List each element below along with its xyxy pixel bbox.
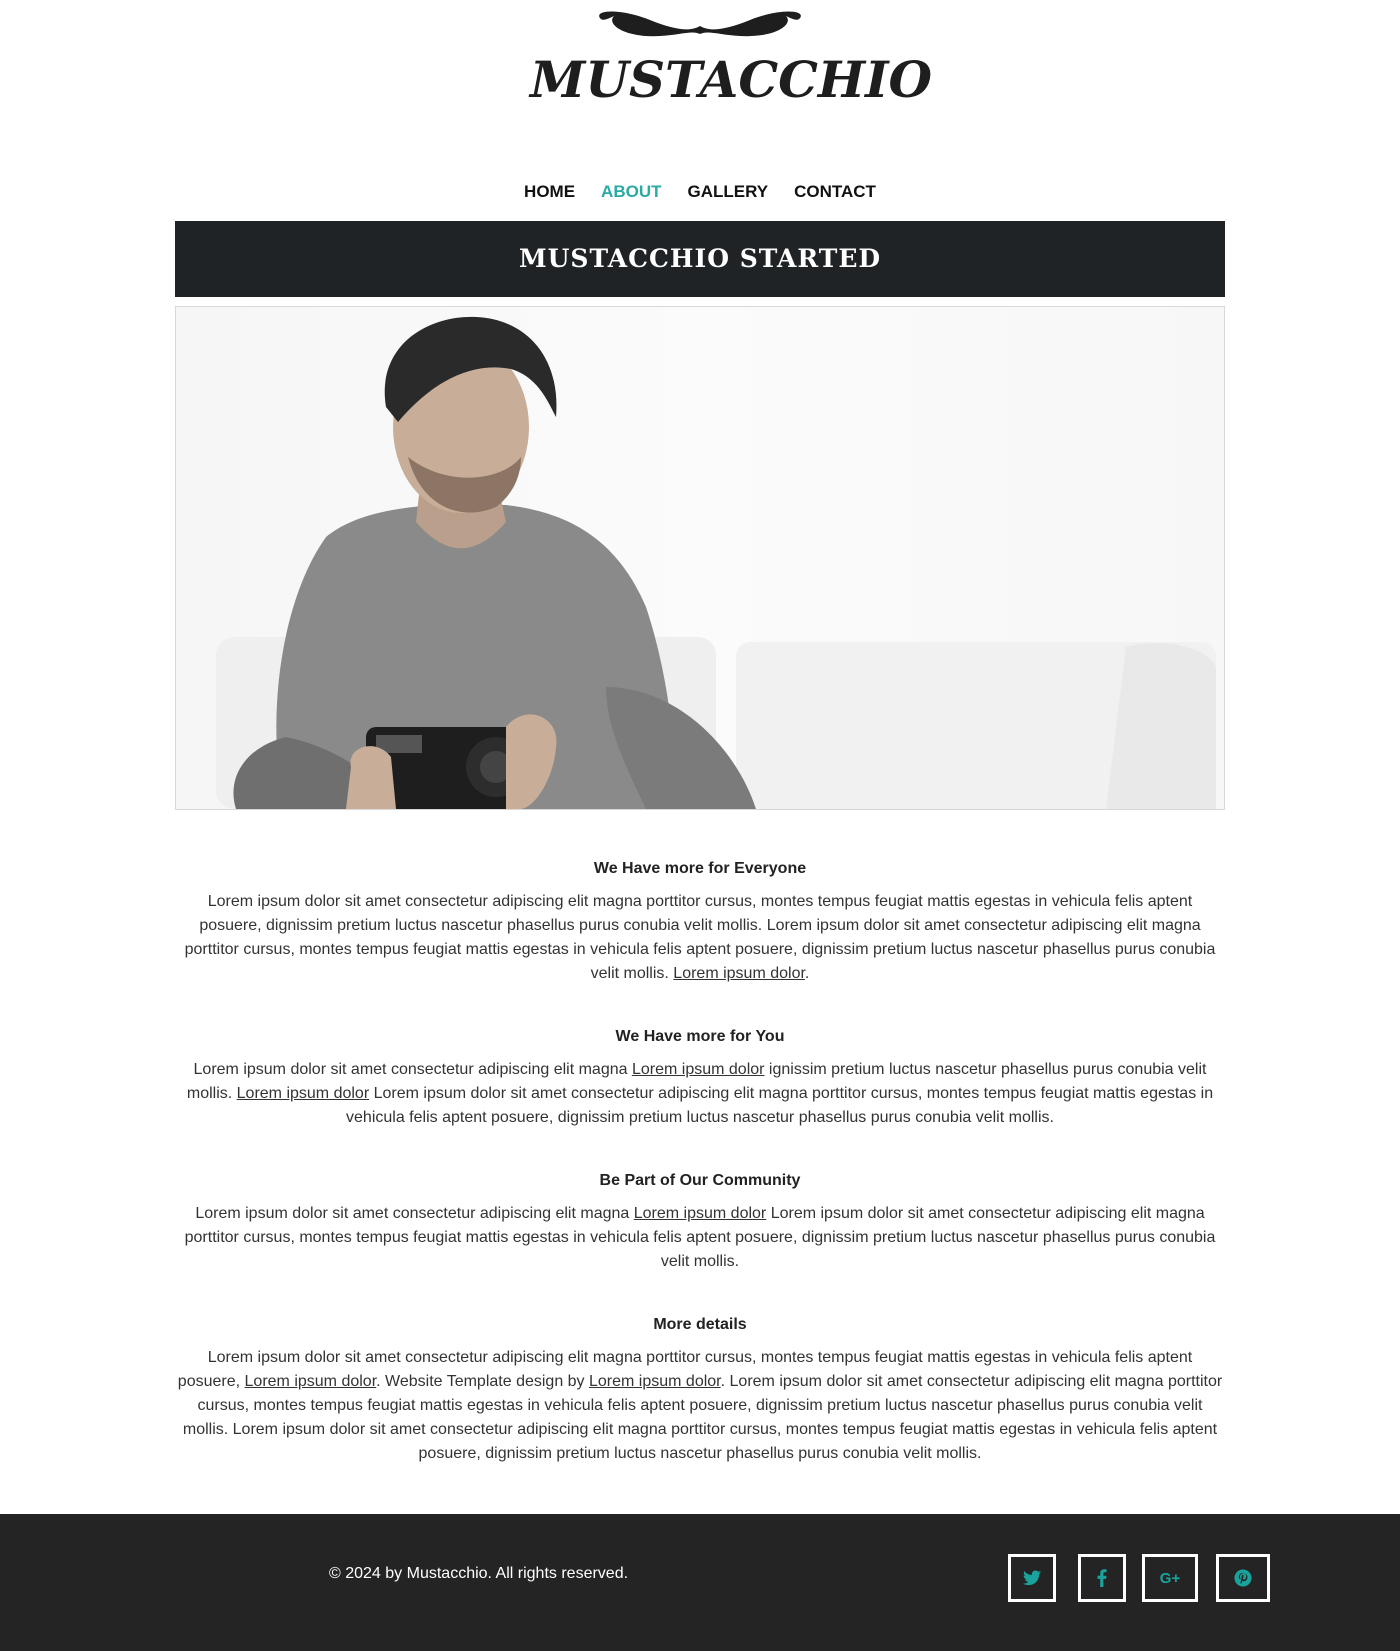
main-nav: HOME ABOUT GALLERY CONTACT [0,180,1400,204]
nav-item-home[interactable]: HOME [524,180,575,204]
facebook-button[interactable] [1078,1554,1126,1602]
section-heading: We Have more for You [615,1028,785,1045]
content-area: We Have more for Everyone Lorem ipsum do… [175,858,1225,1506]
inline-link[interactable]: Lorem ipsum dolor [673,965,805,982]
section-everyone: We Have more for Everyone Lorem ipsum do… [175,858,1225,986]
section-you: We Have more for You Lorem ipsum dolor s… [175,1026,1225,1130]
twitter-icon [1023,1570,1041,1586]
pinterest-button[interactable] [1216,1554,1270,1602]
site-logo[interactable]: MUSTACCHIO [530,8,932,109]
facebook-icon [1097,1569,1107,1587]
inline-link[interactable]: Lorem ipsum dolor [634,1205,767,1222]
section-heading: We Have more for Everyone [593,860,807,877]
nav-item-about[interactable]: ABOUT [601,180,661,204]
google-plus-icon: G+ [1159,1569,1181,1587]
twitter-button[interactable] [1008,1554,1056,1602]
pinterest-icon [1234,1569,1252,1587]
section-text: Lorem ipsum dolor sit amet consectetur a… [177,1349,1223,1462]
nav-item-gallery[interactable]: GALLERY [688,180,769,204]
section-text: Lorem ipsum dolor sit amet consectetur a… [184,1205,1216,1270]
section-more-details: More details Lorem ipsum dolor sit amet … [175,1314,1225,1466]
section-heading: More details [653,1316,747,1333]
hero-photo [175,306,1225,810]
logo-text: MUSTACCHIO [530,50,933,109]
section-heading: Be Part of Our Community [599,1172,801,1189]
section-text: Lorem ipsum dolor sit amet consectetur a… [186,1061,1214,1126]
section-text: Lorem ipsum dolor sit amet consectetur a… [184,893,1216,982]
inline-link[interactable]: Lorem ipsum dolor [632,1061,765,1078]
inline-link[interactable]: Lorem ipsum dolor [237,1085,370,1102]
copyright-text: © 2024 by Mustacchio. All rights reserve… [329,1565,629,1582]
mustache-icon [599,11,801,37]
inline-link[interactable]: Lorem ipsum dolor [245,1373,377,1390]
nav-item-contact[interactable]: CONTACT [794,180,876,204]
google-plus-button[interactable]: G+ [1142,1554,1198,1602]
inline-link[interactable]: Lorem ipsum dolor [589,1373,721,1390]
page-title-banner: MUSTACCHIO STARTED [175,221,1225,297]
section-community: Be Part of Our Community Lorem ipsum dol… [175,1170,1225,1274]
site-footer: © 2024 by Mustacchio. All rights reserve… [0,1514,1400,1651]
